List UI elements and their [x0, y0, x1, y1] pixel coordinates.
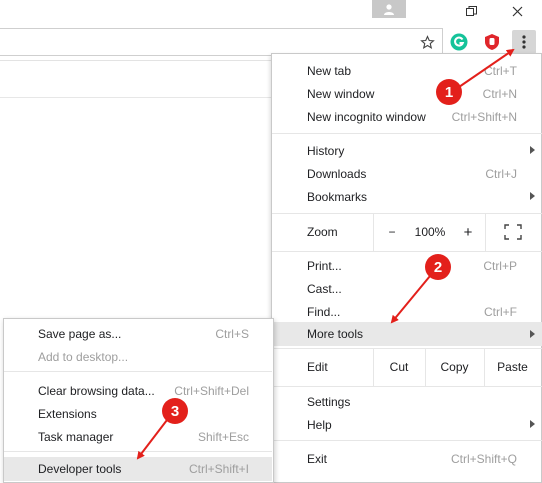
arrow-to-menu-button: [458, 48, 515, 88]
step-1-badge: 1: [436, 79, 462, 105]
arrow-to-more-tools: [390, 275, 431, 324]
step-2-badge: 2: [425, 254, 451, 280]
step-3-badge: 3: [162, 398, 188, 424]
annotation-arrows: [136, 48, 515, 460]
arrow-to-developer-tools: [136, 419, 168, 460]
